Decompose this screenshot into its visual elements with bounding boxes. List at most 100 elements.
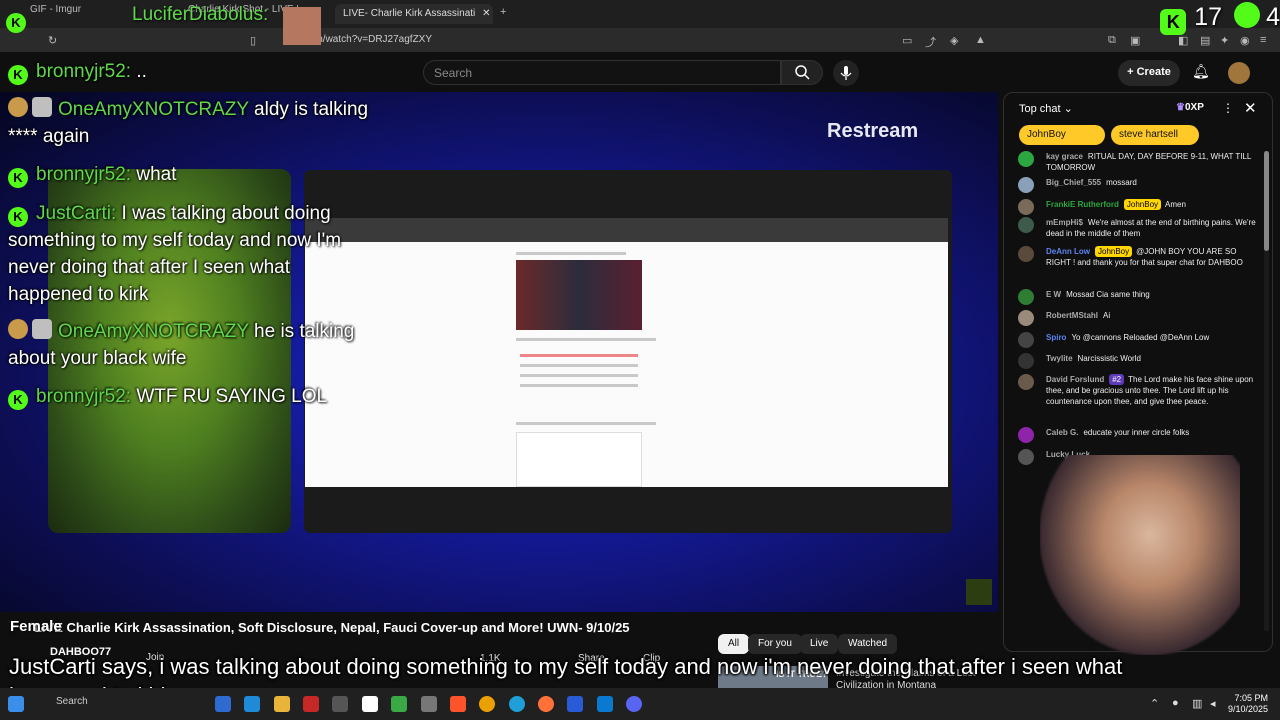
- tab-live-assassination[interactable]: LIVE- Charlie Kirk Assassinati ✕: [335, 4, 493, 24]
- share-icon[interactable]: ⤴: [925, 34, 936, 50]
- chat-avatar: [1018, 199, 1034, 215]
- youtube-viewers-icon: [1234, 2, 1261, 28]
- taskbar-search[interactable]: Search: [56, 696, 88, 707]
- tray-volume-icon[interactable]: ◂: [1210, 697, 1216, 710]
- bookmark-icon[interactable]: ▯: [250, 34, 256, 47]
- firefox-icon[interactable]: [538, 696, 554, 712]
- brave-rewards-icon[interactable]: ▲: [975, 34, 986, 46]
- chat-scrollbar-thumb[interactable]: [1264, 151, 1269, 251]
- kick-logo-icon: K: [6, 13, 26, 33]
- shared-text-line: [520, 384, 638, 387]
- system-clock[interactable]: 7:05 PM 9/10/2025: [1228, 693, 1268, 715]
- kick-viewer-count: 17: [1194, 3, 1223, 31]
- chat-message: RobertMStahl Ai: [1018, 310, 1258, 326]
- chat-text: mossard: [1106, 178, 1137, 187]
- chat-message: Twylite Narcissistic World: [1018, 353, 1258, 369]
- app-icon[interactable]: [421, 696, 437, 712]
- overlay-chat-text: what: [136, 164, 177, 185]
- chat-author: Caleb G.: [1046, 428, 1079, 437]
- wallet-icon[interactable]: ▤: [1200, 34, 1210, 47]
- edge-icon[interactable]: [509, 696, 525, 712]
- brave-browser-icon[interactable]: [450, 696, 466, 712]
- chat-mode-dropdown[interactable]: Top chat ⌄: [1019, 102, 1073, 115]
- chat-avatar: [1018, 246, 1034, 262]
- shared-news-image: [516, 260, 642, 330]
- screen: GIF - Imgur Charlie Kirk Shot - LIVE Bre…: [0, 0, 1280, 720]
- chat-message: kay grace RITUAL DAY, DAY BEFORE 9-11, WH…: [1018, 151, 1258, 173]
- app-icon[interactable]: [215, 696, 231, 712]
- overlay-chat-message: Kbronnyjr52: WTF RU SAYING LOL: [8, 383, 327, 410]
- shared-text-line: [516, 422, 656, 425]
- webcam-overlay-person: [1040, 455, 1240, 655]
- chat-author: FrankiE Rutherford: [1046, 200, 1119, 209]
- reload-icon[interactable]: ↻: [48, 34, 57, 47]
- member-badge: JohnBoy: [1095, 246, 1133, 257]
- tray-mic-icon[interactable]: ●: [1172, 697, 1179, 709]
- split-view-icon[interactable]: ◧: [1178, 34, 1188, 47]
- extensions-icon[interactable]: ⧉: [1108, 34, 1116, 47]
- kick-viewers-icon: K: [1160, 9, 1187, 35]
- close-chat-icon[interactable]: ✕: [1244, 99, 1257, 117]
- search-button[interactable]: [781, 60, 823, 85]
- leo-icon[interactable]: ✦: [1220, 34, 1229, 47]
- file-explorer-icon[interactable]: [274, 696, 290, 712]
- filter-chip-watched[interactable]: Watched: [838, 634, 898, 654]
- cast-icon[interactable]: ▭: [902, 34, 912, 47]
- tray-chevron-icon[interactable]: ⌃: [1150, 697, 1159, 710]
- overlay-chat-name: OneAmyXNOTCRAZY: [58, 99, 249, 120]
- tab-close-icon[interactable]: ✕: [482, 8, 490, 19]
- pinned-donor-johnboy[interactable]: JohnBoy: [1019, 125, 1105, 145]
- app-icon[interactable]: [362, 696, 378, 712]
- tab-imgur[interactable]: GIF - Imgur: [30, 4, 81, 24]
- overlay-chat-text: WTF RU SAYING LOL: [136, 386, 328, 407]
- profile-icon: [8, 319, 28, 339]
- brave-shield-icon[interactable]: ◈: [950, 34, 958, 47]
- overlay-chat-message: OneAmyXNOTCRAZY he is talking about your…: [8, 318, 368, 372]
- account-avatar[interactable]: [1228, 62, 1250, 84]
- windows-start-icon[interactable]: [8, 696, 24, 712]
- chrome-icon[interactable]: [479, 696, 495, 712]
- app-icon[interactable]: [303, 696, 319, 712]
- notifications-bell-icon[interactable]: 🔔︎: [1192, 63, 1210, 80]
- shared-text-line: [516, 338, 656, 341]
- create-label: Create: [1136, 66, 1171, 78]
- youtube-viewer-count: 4: [1266, 3, 1280, 31]
- search-input[interactable]: Search: [423, 60, 781, 85]
- app-icon[interactable]: [332, 696, 348, 712]
- filter-chip-live[interactable]: Live: [800, 634, 839, 654]
- new-tab-icon[interactable]: +: [500, 6, 506, 18]
- donor-name: JohnBoy: [1027, 129, 1066, 140]
- chat-points[interactable]: ♛0XP: [1176, 102, 1204, 113]
- chat-message: David Forslund #2 The Lord make his face s…: [1018, 374, 1258, 407]
- chat-avatar: [1018, 353, 1034, 369]
- overlay-top-user-thumb: [283, 7, 321, 45]
- voice-search-button[interactable]: [833, 60, 859, 86]
- chat-avatar: [1018, 449, 1034, 465]
- app-icon[interactable]: [391, 696, 407, 712]
- filter-chip-for-you[interactable]: For you: [748, 634, 802, 654]
- chat-more-icon[interactable]: ⋮: [1222, 101, 1234, 115]
- tray-network-icon[interactable]: ▥: [1192, 697, 1202, 710]
- vpn-icon[interactable]: ◉: [1240, 34, 1250, 47]
- chat-avatar: [1018, 310, 1034, 326]
- filter-chip-all[interactable]: All: [718, 634, 750, 654]
- viewer-counts: K 17 4: [1160, 2, 1280, 35]
- overlay-chat-name: bronnyjr52:: [36, 386, 132, 407]
- sidebar-icon[interactable]: ▣: [1130, 34, 1140, 47]
- overlay-chat-name: OneAmyXNOTCRAZY: [58, 321, 249, 342]
- chat-text: Ai: [1103, 311, 1111, 320]
- overlay-chat-message: Kbronnyjr52: what: [8, 161, 176, 188]
- chat-author: mEmpHi$: [1046, 218, 1083, 227]
- app-icon[interactable]: [244, 696, 260, 712]
- overlay-chat-text: ..: [136, 61, 147, 82]
- discord-icon[interactable]: [626, 696, 642, 712]
- app-icon[interactable]: [567, 696, 583, 712]
- vscode-icon[interactable]: [597, 696, 613, 712]
- chat-author: Twylite: [1046, 354, 1073, 363]
- create-button[interactable]: + Create: [1118, 60, 1180, 86]
- chat-author: David Forslund: [1046, 375, 1105, 384]
- overlay-chat-name: bronnyjr52:: [36, 164, 132, 185]
- pinned-donor-steve[interactable]: steve hartsell: [1111, 125, 1199, 145]
- video-title: LIVE Charlie Kirk Assassination, Soft Di…: [10, 620, 630, 635]
- menu-icon[interactable]: ≡: [1260, 34, 1266, 46]
